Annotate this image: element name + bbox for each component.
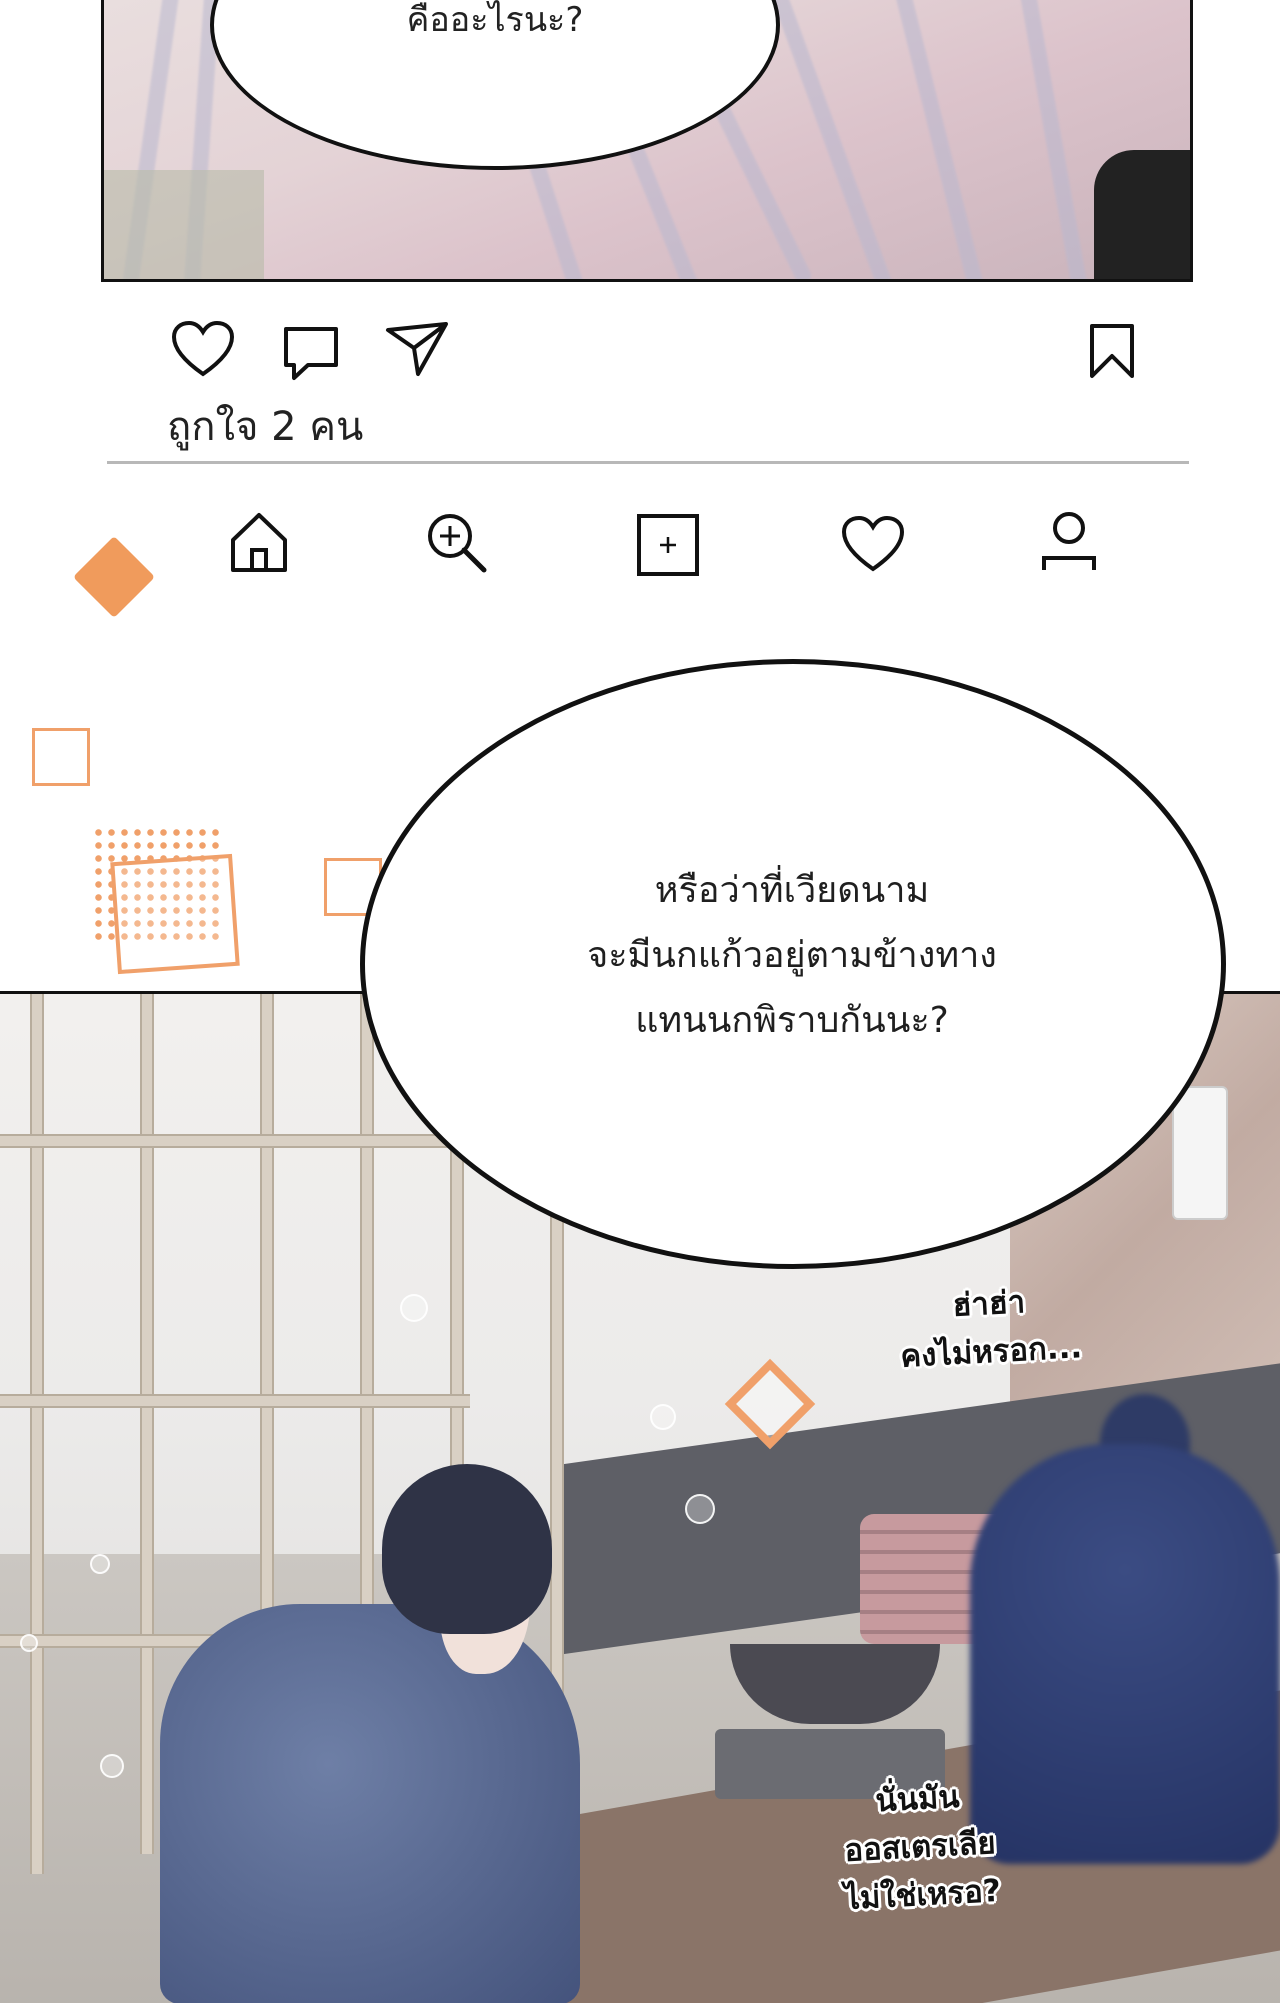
likes-count-text: ถูกใจ 2 คน <box>167 404 364 450</box>
paper-plane-icon[interactable] <box>384 320 450 378</box>
speech-bubble-icon[interactable] <box>282 325 340 383</box>
speech-bubble-top-text: คืออะไรนะ? <box>406 0 584 40</box>
oyster-sfx-text: นั่นมัน ออสเตรเลีย ไม่ใช่เหรอ? <box>786 1768 1053 1925</box>
home-icon[interactable] <box>228 510 290 574</box>
orange-frame-decoration <box>110 853 240 975</box>
profile-icon[interactable] <box>1040 510 1098 574</box>
bookmark-icon[interactable] <box>1087 322 1137 380</box>
search-zoom-icon[interactable] <box>424 510 490 576</box>
heart-icon[interactable] <box>840 515 906 573</box>
orange-diamond-decoration <box>72 535 156 619</box>
dialogue-line-1: หรือว่าที่เวียดนาม <box>654 870 930 911</box>
heart-outline-icon[interactable] <box>170 320 236 378</box>
speech-bubble-main-text: หรือว่าที่เวียดนาม จะมีนกแก้วอยู่ตามข้าง… <box>450 858 1134 1053</box>
divider-line <box>107 461 1189 464</box>
laugh-sfx-text: ฮ่าฮ่า คงไม่หรอก... <box>868 1274 1113 1382</box>
orange-square-decoration <box>32 728 90 786</box>
add-post-icon[interactable] <box>636 513 700 577</box>
dialogue-line-3: แทนนกพิราบกันนะ? <box>635 1000 949 1041</box>
dialogue-line-2: จะมีนกแก้วอยู่ตามข้างทาง <box>587 935 997 976</box>
